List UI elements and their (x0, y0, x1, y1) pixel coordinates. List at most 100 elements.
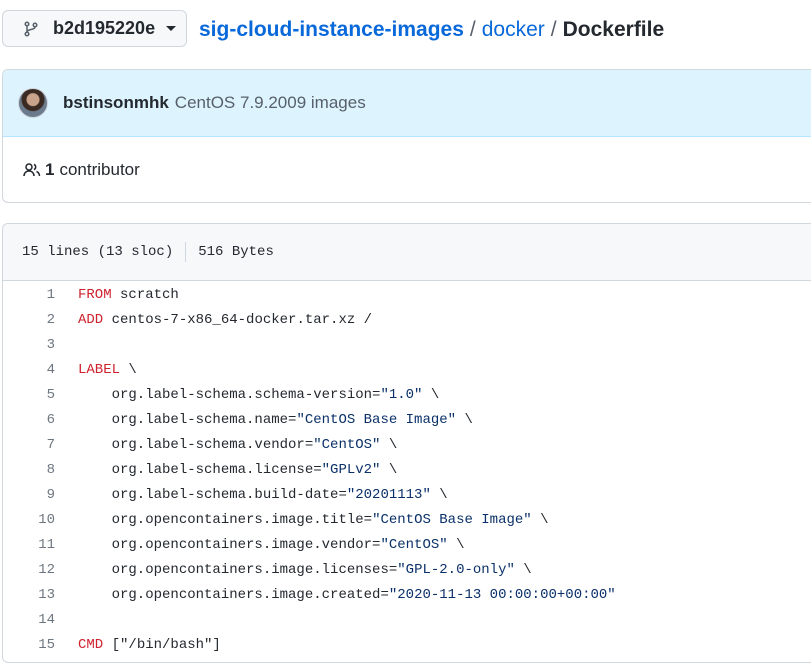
line-number[interactable]: 9 (3, 487, 55, 503)
line-number[interactable]: 5 (3, 387, 55, 403)
code-text: org.label-schema.vendor="CentOS" \ (78, 436, 398, 453)
code-line: 3 (3, 332, 811, 357)
line-number[interactable]: 2 (3, 312, 55, 328)
line-number[interactable]: 3 (3, 337, 55, 353)
code-token: org.opencontainers.image.licenses= (78, 561, 398, 578)
code-text: FROM scratch (78, 287, 179, 303)
file-size: 516 Bytes (198, 244, 274, 260)
code-string: "CentOS Base Image" (296, 411, 457, 428)
code-token: \ (531, 511, 549, 528)
code-text: LABEL \ (78, 362, 137, 378)
breadcrumb-separator: / (469, 18, 476, 41)
code-line: 9 org.label-schema.build-date="20201113"… (3, 482, 811, 507)
line-number[interactable]: 8 (3, 462, 55, 478)
line-number[interactable]: 15 (3, 637, 55, 653)
breadcrumb-separator: / (550, 18, 557, 41)
commit-info-box: bstinsonmhk CentOS 7.9.2009 images 1 con… (2, 69, 811, 203)
code-line: 14 (3, 607, 811, 632)
code-line: 7 org.label-schema.vendor="CentOS" \ (3, 432, 811, 457)
code-text: org.label-schema.schema-version="1.0" \ (78, 386, 440, 403)
line-number[interactable]: 7 (3, 437, 55, 453)
code-text: org.opencontainers.image.vendor="CentOS"… (78, 536, 465, 553)
code-text: org.opencontainers.image.created="2020-1… (78, 587, 616, 603)
code-string: "GPL-2.0-only" (397, 561, 515, 578)
file-line-count: 15 lines (13 sloc) (22, 244, 174, 260)
line-number[interactable]: 4 (3, 362, 55, 378)
code-text: ADD centos-7-x86_64-docker.tar.xz / (78, 312, 372, 328)
code-string: "CentOS" (313, 436, 381, 453)
code-token: \ (514, 561, 532, 578)
line-number[interactable]: 13 (3, 587, 55, 603)
code-line: 15 CMD ["/bin/bash"] (3, 632, 811, 657)
code-text: org.opencontainers.image.licenses="GPL-2… (78, 562, 532, 578)
commit-message-link[interactable]: CentOS 7.9.2009 images (175, 93, 366, 113)
line-number[interactable]: 14 (3, 612, 55, 628)
code-line: 8 org.label-schema.license="GPLv2" \ (3, 457, 811, 482)
contributor-label: contributor (59, 160, 140, 179)
code-line: 1 FROM scratch (3, 282, 811, 307)
file-navigation: b2d195220e sig-cloud-instance-images / doc… (0, 0, 811, 62)
breadcrumb-dir-link[interactable]: docker (482, 18, 545, 41)
code-string: "1.0" (380, 386, 423, 403)
code-token: \ (380, 461, 398, 478)
code-line: 12 org.opencontainers.image.licenses="GP… (3, 557, 811, 582)
line-number[interactable]: 10 (3, 512, 55, 528)
code-line: 4 LABEL \ (3, 357, 811, 382)
code-line: 2 ADD centos-7-x86_64-docker.tar.xz / (3, 307, 811, 332)
code-token: \ (456, 411, 473, 428)
code-token: org.opencontainers.image.vendor= (78, 536, 381, 553)
line-number[interactable]: 6 (3, 412, 55, 428)
code-line: 5 org.label-schema.schema-version="1.0" … (3, 382, 811, 407)
breadcrumb-file: Dockerfile (562, 18, 665, 41)
code-keyword: CMD (78, 636, 104, 653)
code-keyword: FROM (78, 286, 112, 303)
breadcrumb: sig-cloud-instance-images / docker / Dockerf… (199, 17, 664, 43)
code-token: org.label-schema.schema-version= (78, 386, 381, 403)
line-number[interactable]: 12 (3, 562, 55, 578)
code-text: org.label-schema.name="CentOS Base Image… (78, 412, 473, 428)
avatar[interactable] (18, 88, 48, 118)
code-string: "GPLv2" (321, 461, 381, 478)
commit-author-link[interactable]: bstinsonmhk (63, 93, 169, 113)
code-text: org.label-schema.build-date="20201113" \ (78, 487, 448, 503)
line-number[interactable]: 1 (3, 287, 55, 303)
code-token: \ (380, 436, 398, 453)
branch-select-button[interactable]: b2d195220e (2, 10, 187, 47)
line-number[interactable]: 11 (3, 537, 55, 553)
code-token: centos-7-x86_64-docker.tar.xz / (103, 311, 373, 328)
code-line: 6 org.label-schema.name="CentOS Base Ima… (3, 407, 811, 432)
header-divider (185, 242, 187, 262)
code-keyword: ADD (78, 311, 104, 328)
code-string: "CentOS" (380, 536, 448, 553)
code-token: org.label-schema.vendor= (78, 436, 314, 453)
code-token: ["/bin/bash"] (103, 636, 221, 653)
code-token: org.opencontainers.image.title= (78, 511, 373, 528)
code-keyword: LABEL (78, 361, 121, 378)
file-info-header: 15 lines (13 sloc) 516 Bytes (3, 224, 811, 281)
code-text: org.label-schema.license="GPLv2" \ (78, 461, 398, 478)
code-token: \ (422, 386, 440, 403)
code-blob: 1 FROM scratch 2 ADD centos-7-x86_64-docker… (3, 281, 811, 657)
code-string: "2020-11-13 00:00:00+00:00" (388, 586, 616, 603)
contributor-count: 1 (45, 160, 55, 179)
code-line: 13 org.opencontainers.image.created="202… (3, 582, 811, 607)
breadcrumb-repo-link[interactable]: sig-cloud-instance-images (199, 18, 464, 41)
code-string: "20201113" (346, 486, 431, 503)
code-token: scratch (111, 286, 179, 303)
code-text: CMD ["/bin/bash"] (78, 637, 221, 653)
contributors-row[interactable]: 1 contributor (3, 137, 811, 203)
code-token: \ (430, 486, 448, 503)
code-token: org.label-schema.build-date= (78, 486, 347, 503)
code-token: org.opencontainers.image.created= (78, 586, 389, 603)
people-icon (23, 162, 41, 178)
latest-commit-row: bstinsonmhk CentOS 7.9.2009 images (3, 70, 811, 137)
branch-name: b2d195220e (53, 18, 156, 38)
git-branch-icon (23, 20, 39, 37)
code-token: org.label-schema.name= (78, 411, 297, 428)
code-line: 10 org.opencontainers.image.title="CentO… (3, 507, 811, 532)
code-string: "CentOS Base Image" (372, 511, 532, 528)
chevron-down-icon (166, 26, 177, 31)
code-token: org.label-schema.license= (78, 461, 322, 478)
code-text: org.opencontainers.image.title="CentOS B… (78, 512, 549, 528)
code-token: \ (447, 536, 465, 553)
